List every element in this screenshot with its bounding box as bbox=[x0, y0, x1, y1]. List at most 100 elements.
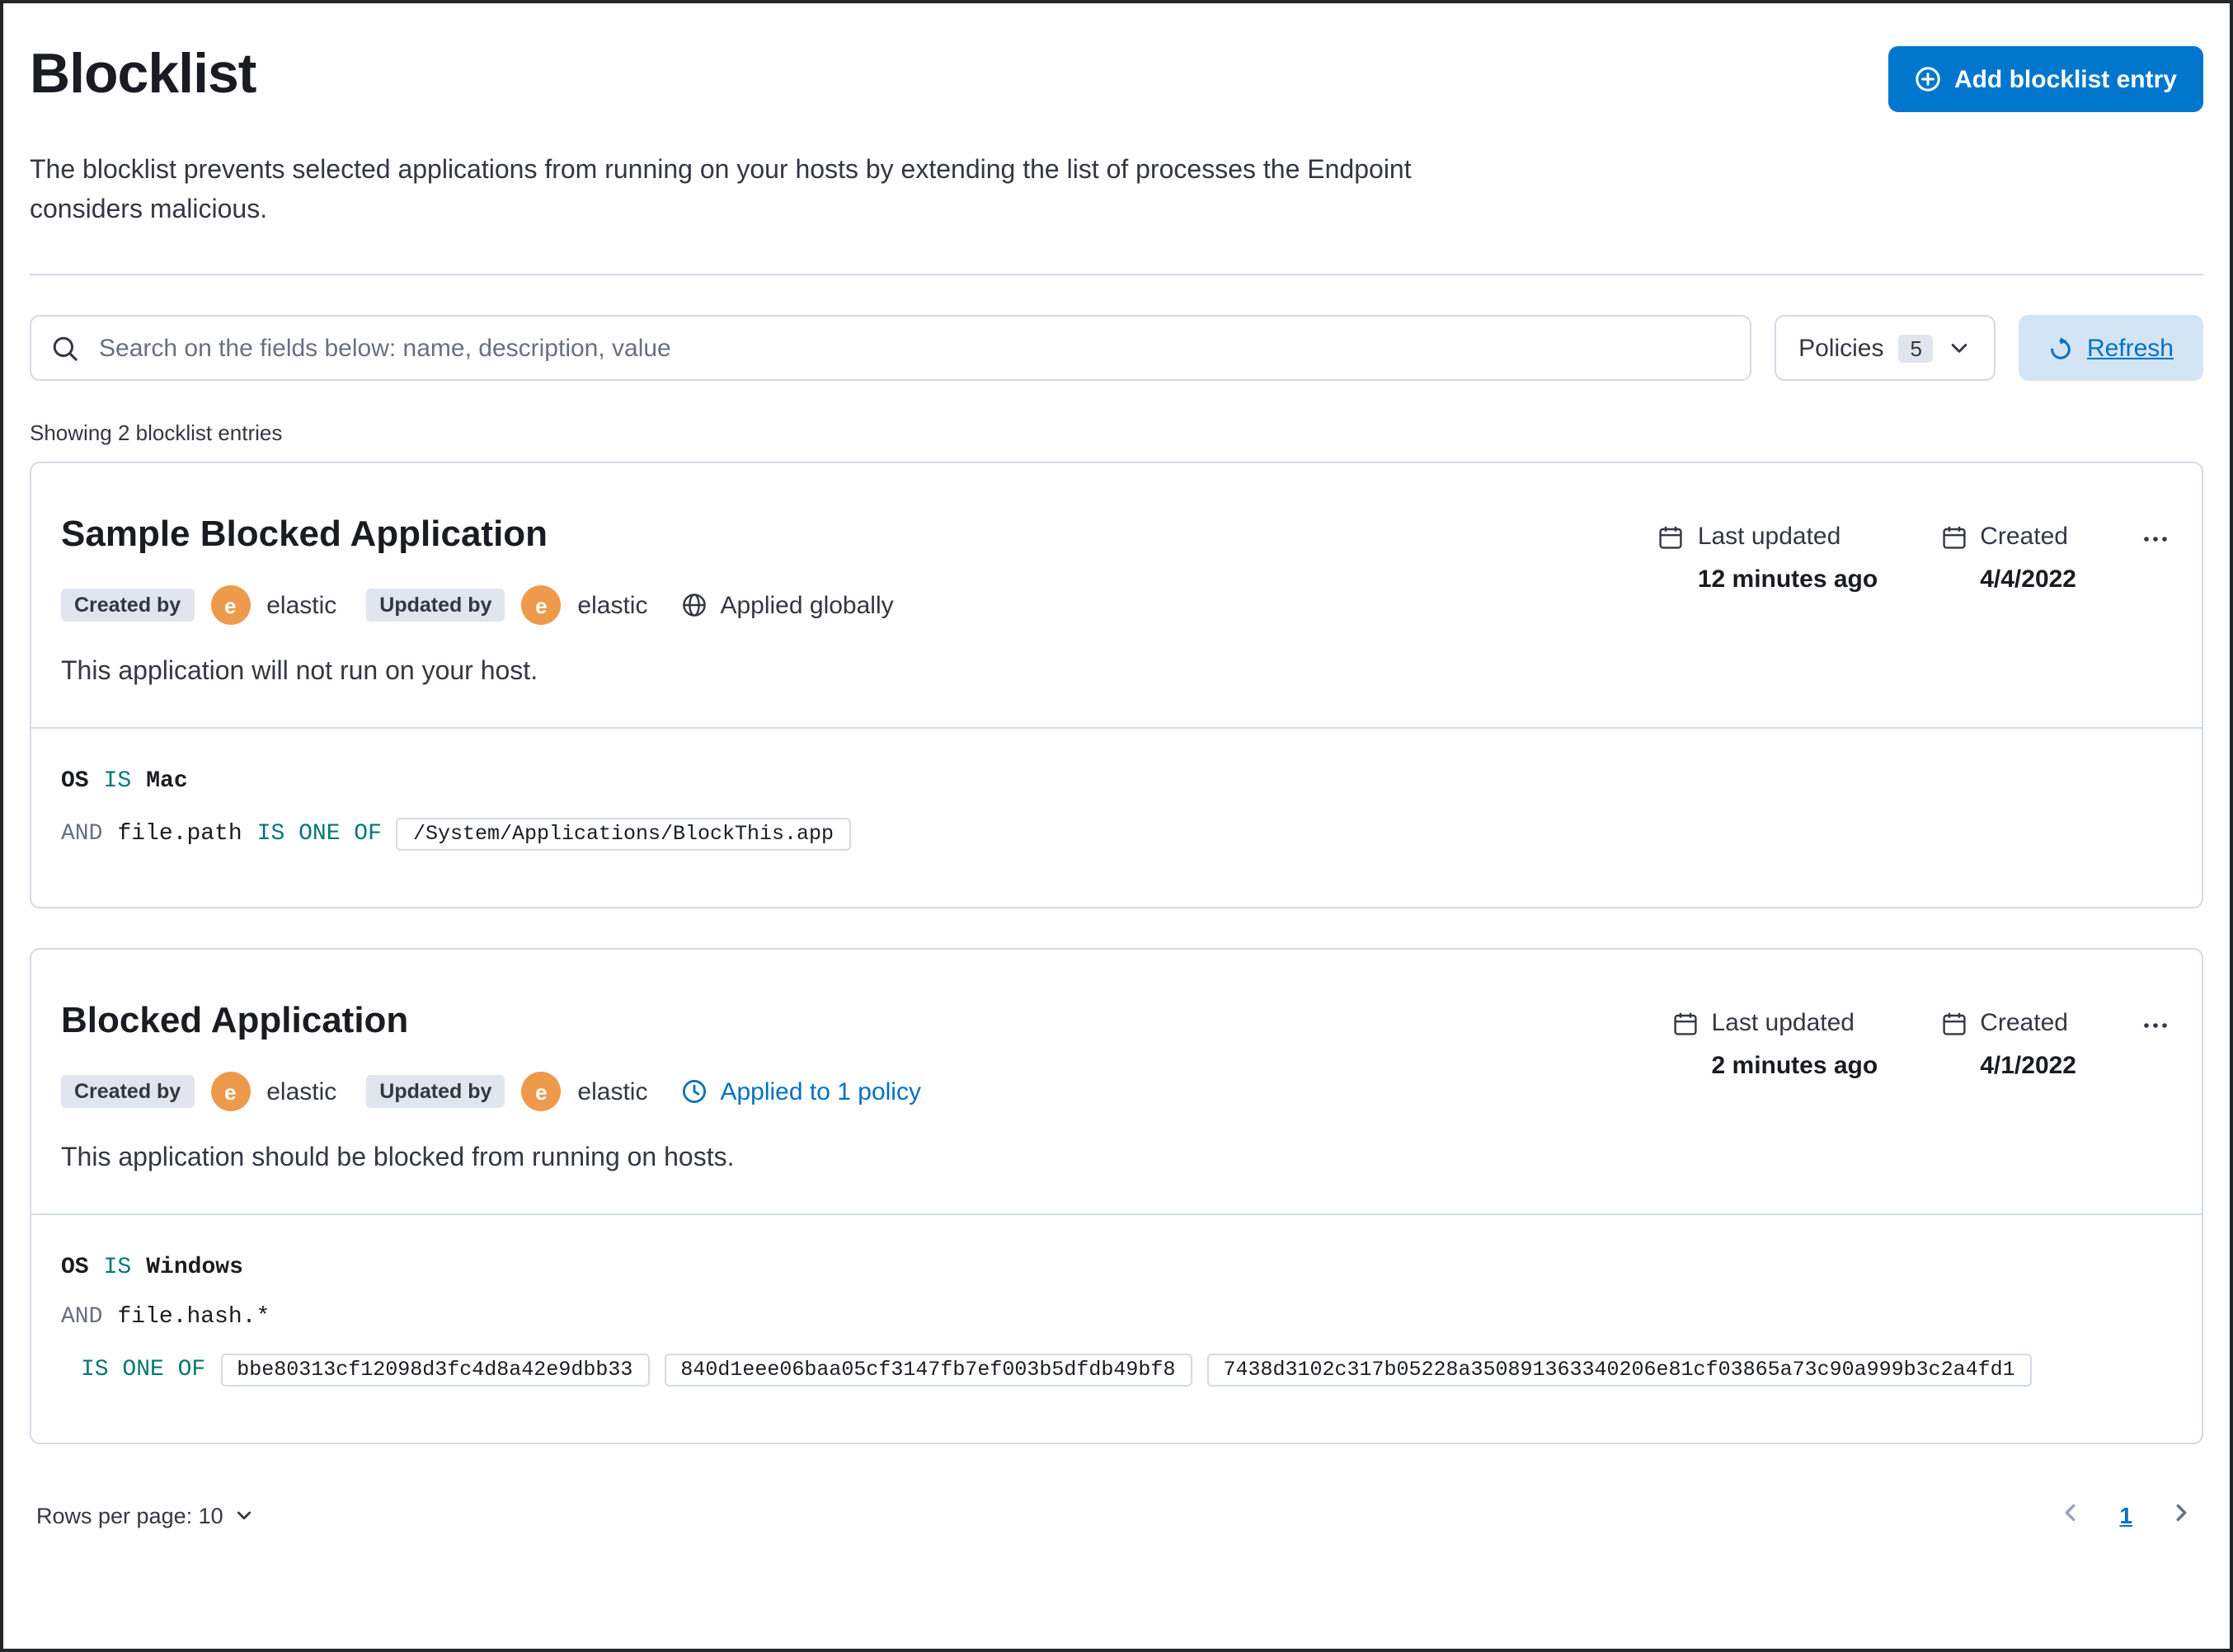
refresh-label: Refresh bbox=[2086, 334, 2174, 362]
blocklist-entry-card: Sample Blocked Application Created by e … bbox=[30, 462, 2203, 908]
globe-icon bbox=[680, 592, 707, 618]
criteria-line: IS ONE OF bbe80313cf12098d3fc4d8a42e9dbb… bbox=[81, 1354, 2172, 1387]
criteria-value: Mac bbox=[146, 768, 188, 795]
rows-per-page-button[interactable]: Rows per page: 10 bbox=[36, 1503, 255, 1528]
last-updated-value: 12 minutes ago bbox=[1697, 566, 1878, 594]
criteria-field: OS bbox=[61, 768, 89, 795]
entry-criteria: OS IS Mac AND file.path IS ONE OF /Syste… bbox=[31, 729, 2202, 907]
policies-filter-label: Policies bbox=[1798, 334, 1884, 362]
entry-card-header: Blocked Application Created by e elastic… bbox=[31, 950, 2202, 1213]
criteria-line: OS IS Mac bbox=[61, 768, 2172, 795]
policy-clock-icon bbox=[680, 1078, 707, 1105]
calendar-icon bbox=[1672, 1010, 1699, 1036]
entry-title: Blocked Application bbox=[61, 999, 409, 1040]
created-by-user: elastic bbox=[266, 591, 337, 619]
applied-policy-link[interactable]: Applied to 1 policy bbox=[680, 1077, 921, 1105]
criteria-operator: IS ONE OF bbox=[81, 1357, 206, 1383]
search-icon bbox=[51, 334, 79, 362]
user-avatar: e bbox=[521, 1072, 562, 1111]
scope-label: Applied to 1 policy bbox=[720, 1077, 921, 1105]
policies-count-badge: 5 bbox=[1898, 334, 1934, 362]
updated-by-badge: Updated by bbox=[366, 589, 505, 622]
criteria-operator: IS bbox=[103, 1255, 132, 1281]
last-updated-label: Last updated bbox=[1711, 1009, 1855, 1037]
page-number-button[interactable]: 1 bbox=[2119, 1502, 2132, 1528]
entry-meta: Last updated 2 minutes ago Created 4/1/2… bbox=[1639, 1009, 2173, 1213]
criteria-value-chip: /System/Applications/BlockThis.app bbox=[396, 818, 851, 851]
last-updated-value: 2 minutes ago bbox=[1711, 1052, 1878, 1080]
entry-description: This application should be blocked from … bbox=[61, 1144, 735, 1172]
entry-badges: Created by e elastic Updated by e elasti… bbox=[61, 585, 1625, 625]
criteria-value: Windows bbox=[146, 1255, 243, 1281]
chevron-down-icon bbox=[235, 1505, 255, 1525]
criteria-conjunction: AND bbox=[61, 1304, 103, 1331]
created-label: Created bbox=[1980, 523, 2068, 551]
criteria-line: AND file.hash.* bbox=[61, 1304, 2172, 1331]
entry-card-header: Sample Blocked Application Created by e … bbox=[31, 463, 2202, 727]
criteria-field: file.path bbox=[117, 821, 242, 847]
created-label: Created bbox=[1980, 1009, 2068, 1037]
created-meta: Created 4/4/2022 bbox=[1940, 523, 2076, 594]
blocklist-entry-card: Blocked Application Created by e elastic… bbox=[30, 948, 2203, 1444]
criteria-line: OS IS Windows bbox=[61, 1255, 2172, 1281]
add-blocklist-entry-button[interactable]: Add blocklist entry bbox=[1887, 46, 2203, 112]
policies-filter-button[interactable]: Policies 5 bbox=[1774, 315, 1996, 381]
plus-circle-icon bbox=[1915, 66, 1941, 92]
created-meta: Created 4/1/2022 bbox=[1940, 1009, 2076, 1080]
page-title: Blocklist bbox=[30, 43, 256, 106]
entry-title: Sample Blocked Application bbox=[61, 513, 548, 554]
previous-page-button[interactable] bbox=[2055, 1497, 2086, 1533]
blocklist-page: Blocklist Add blocklist entry The blockl… bbox=[0, 0, 2233, 1652]
scope-indicator: Applied globally bbox=[680, 591, 894, 619]
next-page-button[interactable] bbox=[2165, 1497, 2197, 1533]
pagination: 1 bbox=[2055, 1497, 2197, 1533]
criteria-value-chip: 840d1eee06baa05cf3147fb7ef003b5dfdb49bf8 bbox=[664, 1354, 1192, 1387]
page-description: The blocklist prevents selected applicat… bbox=[30, 157, 1412, 224]
search-box[interactable] bbox=[30, 315, 1751, 381]
created-value: 4/1/2022 bbox=[1980, 1052, 2076, 1080]
toolbar: Policies 5 Refresh bbox=[30, 315, 2203, 381]
entry-meta: Last updated 12 minutes ago Created 4/4/… bbox=[1625, 523, 2172, 727]
criteria-conjunction: AND bbox=[61, 821, 103, 847]
criteria-field: OS bbox=[61, 1255, 89, 1281]
updated-by-user: elastic bbox=[577, 591, 648, 619]
created-value: 4/4/2022 bbox=[1980, 566, 2076, 594]
criteria-value-chip: 7438d3102c317b05228a350891363340206e81cf… bbox=[1206, 1354, 2032, 1387]
search-input[interactable] bbox=[96, 332, 1730, 364]
chevron-right-icon bbox=[2169, 1500, 2193, 1525]
ellipsis-icon bbox=[2142, 1012, 2169, 1039]
criteria-operator: IS ONE OF bbox=[256, 821, 382, 847]
last-updated-meta: Last updated 2 minutes ago bbox=[1672, 1009, 1878, 1080]
calendar-icon bbox=[1940, 523, 1967, 550]
created-by-user: elastic bbox=[266, 1077, 337, 1105]
updated-by-user: elastic bbox=[577, 1077, 648, 1105]
user-avatar: e bbox=[210, 585, 251, 625]
ellipsis-icon bbox=[2142, 526, 2169, 552]
header-divider bbox=[30, 274, 2203, 275]
rows-per-page-label: Rows per page: 10 bbox=[36, 1503, 223, 1528]
scope-label: Applied globally bbox=[720, 591, 894, 619]
entry-description: This application will not run on your ho… bbox=[61, 658, 538, 686]
created-by-badge: Created by bbox=[61, 589, 195, 622]
created-by-badge: Created by bbox=[61, 1075, 195, 1108]
entry-actions-menu-button[interactable] bbox=[2139, 1006, 2172, 1050]
last-updated-meta: Last updated 12 minutes ago bbox=[1658, 523, 1878, 594]
criteria-operator: IS bbox=[103, 768, 132, 795]
calendar-icon bbox=[1658, 523, 1685, 550]
criteria-field: file.hash.* bbox=[117, 1304, 270, 1331]
table-footer: Rows per page: 10 1 bbox=[30, 1497, 2203, 1560]
entry-criteria: OS IS Windows AND file.hash.* IS ONE OF … bbox=[31, 1215, 2202, 1443]
user-avatar: e bbox=[210, 1072, 251, 1111]
page-header: Blocklist Add blocklist entry bbox=[30, 30, 2203, 112]
refresh-button[interactable]: Refresh bbox=[2019, 315, 2203, 381]
entry-actions-menu-button[interactable] bbox=[2139, 519, 2172, 564]
user-avatar: e bbox=[521, 585, 562, 625]
entry-badges: Created by e elastic Updated by e elasti… bbox=[61, 1072, 1639, 1111]
refresh-icon bbox=[2049, 336, 2074, 360]
chevron-left-icon bbox=[2058, 1500, 2083, 1525]
criteria-value-chip: bbe80313cf12098d3fc4d8a42e9dbb33 bbox=[220, 1354, 650, 1387]
updated-by-badge: Updated by bbox=[366, 1075, 505, 1108]
last-updated-label: Last updated bbox=[1697, 523, 1841, 551]
add-blocklist-entry-label: Add blocklist entry bbox=[1953, 65, 2177, 93]
results-count: Showing 2 blocklist entries bbox=[30, 420, 283, 445]
